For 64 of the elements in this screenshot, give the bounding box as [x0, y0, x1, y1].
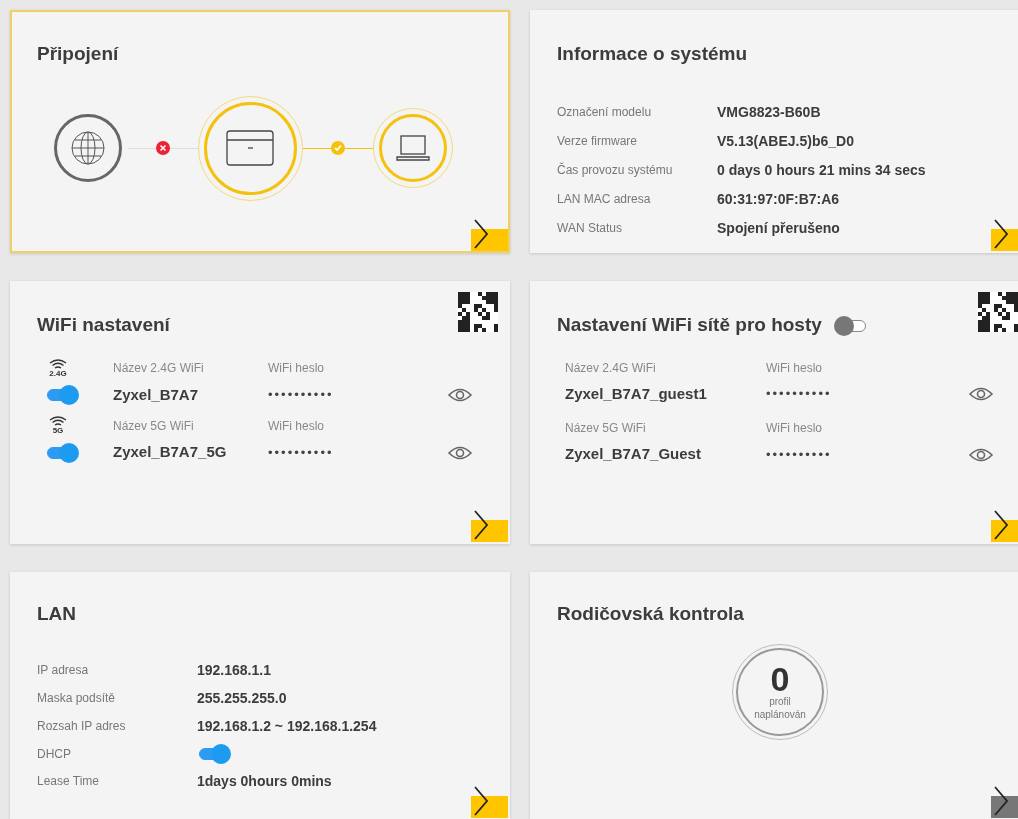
field-label: Maska podsítě [37, 690, 117, 708]
field-value: 192.168.1.1 [197, 660, 272, 680]
field-label: WiFi heslo [766, 420, 823, 438]
field-label: IP adresa [37, 662, 90, 680]
field-value: 60:31:97:0F:B7:A6 [717, 189, 840, 209]
card-title: Informace o systému [557, 42, 748, 66]
password-value: •••••••••• [766, 445, 833, 464]
profile-count: 0 [770, 662, 790, 697]
password-value: •••••••••• [766, 385, 833, 404]
field-label: WAN Status [557, 220, 623, 238]
chevron-icon [993, 218, 1009, 250]
next-button[interactable] [991, 785, 1018, 818]
show-password-icon[interactable] [448, 387, 472, 403]
card-title: LAN [37, 602, 77, 626]
field-label: Název 2.4G WiFi [113, 360, 205, 378]
show-password-icon[interactable] [969, 446, 993, 463]
chevron-icon [993, 785, 1009, 817]
chevron-icon [993, 509, 1009, 541]
toggle-switch[interactable] [45, 385, 79, 405]
field-label: Název 5G WiFi [565, 420, 647, 438]
show-password-icon[interactable] [448, 444, 472, 461]
card-title: Rodičovská kontrola [557, 602, 744, 626]
toggle-switch[interactable] [45, 442, 79, 463]
toggle-switch[interactable] [834, 316, 868, 336]
chevron-icon [473, 785, 489, 817]
password-value: •••••••••• [268, 386, 335, 405]
network-name: Zyxel_B7A7 [113, 384, 200, 405]
field-label: Verze firmware [557, 133, 639, 151]
field-value: 1days 0hours 0mins [197, 771, 333, 791]
field-value: VMG8823-B60B [717, 102, 821, 122]
field-value: 0 days 0 hours 21 mins 34 secs [717, 160, 926, 180]
field-label: Rozsah IP adres [37, 718, 127, 736]
field-label: DHCP [37, 745, 72, 763]
network-name: Zyxel_B7A7_guest1 [565, 383, 708, 404]
field-label: Název 5G WiFi [113, 417, 195, 435]
field-label: LAN MAC adresa [557, 191, 652, 209]
card-title: Nastavení WiFi sítě pro hosty [557, 313, 822, 337]
field-label: WiFi heslo [268, 360, 325, 378]
next-button[interactable] [471, 218, 508, 251]
chevron-icon [473, 509, 489, 541]
network-name: Zyxel_B7A7_Guest [565, 444, 702, 465]
field-label: Označení modelu [557, 104, 653, 122]
field-label: Název 2.4G WiFi [565, 359, 657, 377]
field-value: 192.168.1.2 ~ 192.168.1.254 [197, 716, 378, 736]
show-password-icon[interactable] [969, 386, 993, 402]
toggle-switch[interactable] [197, 743, 231, 764]
card-title: WiFi nastavení [37, 313, 170, 337]
next-button[interactable] [471, 509, 508, 542]
next-button[interactable] [471, 785, 508, 818]
field-label: Čas provozu systému [557, 161, 674, 180]
qr-code [458, 292, 498, 332]
field-label: WiFi heslo [766, 359, 823, 377]
count-caption: profil naplánován [753, 696, 807, 722]
field-label: Lease Time [37, 773, 101, 791]
field-value: Spojení přerušeno [717, 218, 840, 238]
field-label: WiFi heslo [268, 417, 325, 435]
next-button[interactable] [991, 509, 1018, 542]
card-title: Připojení [37, 42, 119, 66]
field-value: 255.255.255.0 [197, 688, 288, 708]
chevron-icon [473, 218, 489, 250]
network-name: Zyxel_B7A7_5G [113, 442, 228, 463]
password-value: •••••••••• [268, 443, 335, 462]
field-value: V5.13(ABEJ.5)b6_D0 [717, 131, 854, 151]
next-button[interactable] [991, 218, 1018, 251]
